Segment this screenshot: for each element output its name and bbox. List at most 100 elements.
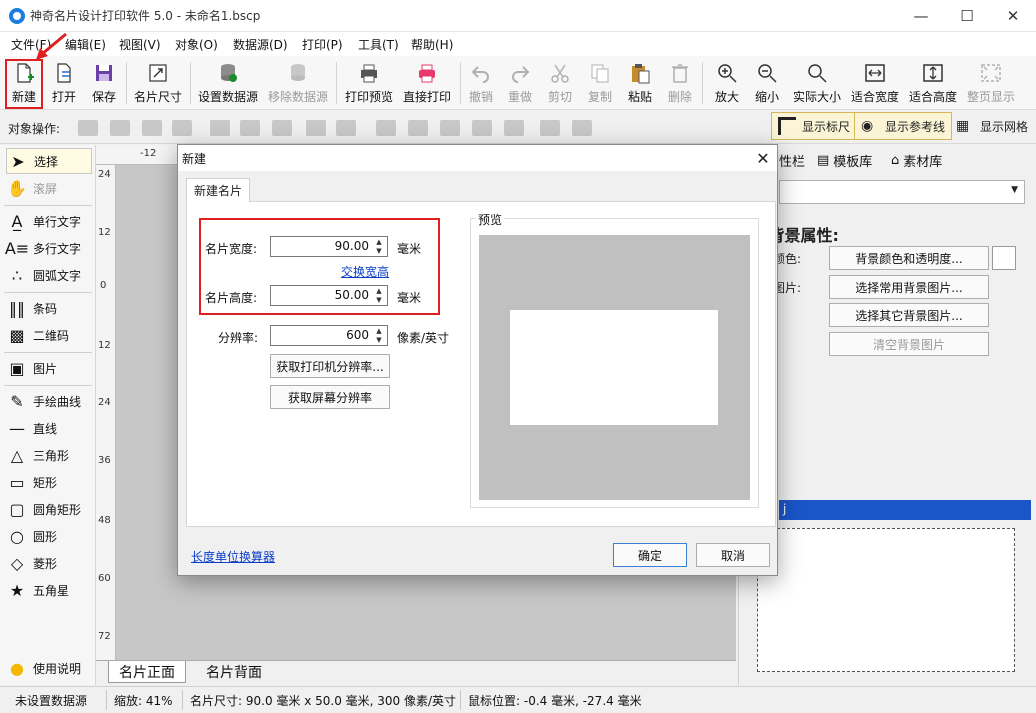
- layer-bottom-icon[interactable]: [172, 120, 192, 136]
- print-preview-icon: [361, 64, 377, 83]
- align-center-icon[interactable]: [240, 120, 260, 136]
- redo-button[interactable]: 重做: [504, 60, 536, 106]
- delete-button[interactable]: 删除: [664, 60, 696, 106]
- minimize-icon[interactable]: —: [898, 0, 944, 32]
- ungroup-icon[interactable]: [572, 120, 592, 136]
- tool-diamond[interactable]: ◇ 菱形: [6, 550, 92, 576]
- distribute-v-icon[interactable]: [472, 120, 492, 136]
- menu-tools[interactable]: 工具(T): [358, 36, 399, 53]
- clear-bg-button[interactable]: 清空背景图片: [829, 332, 989, 356]
- align-left-icon[interactable]: [210, 120, 230, 136]
- tool-freehand[interactable]: ✎ 手绘曲线: [6, 388, 92, 414]
- tool-scroll[interactable]: ✋ 滚屏: [6, 175, 92, 201]
- bg-color-swatch[interactable]: [992, 246, 1016, 270]
- menu-view[interactable]: 视图(V): [119, 36, 161, 53]
- tab-assets[interactable]: ⌂ 素材库: [891, 149, 942, 171]
- align-middle-icon[interactable]: [408, 120, 428, 136]
- remove-datasource-button[interactable]: 移除数据源: [266, 60, 330, 106]
- space-h-icon[interactable]: [336, 120, 356, 136]
- open-button[interactable]: 打开: [46, 60, 82, 106]
- actual-size-button[interactable]: 实际大小: [790, 60, 844, 106]
- paste-button[interactable]: 粘贴: [624, 60, 656, 106]
- dialog-close-icon[interactable]: ✕: [752, 147, 774, 169]
- close-icon[interactable]: ✕: [990, 0, 1036, 32]
- set-datasource-button[interactable]: 设置数据源: [196, 60, 260, 106]
- tool-single-text[interactable]: A̲ 单行文字: [6, 208, 92, 234]
- tool-rounded-rect[interactable]: ▢ 圆角矩形: [6, 496, 92, 522]
- tool-star[interactable]: ★ 五角星: [6, 577, 92, 603]
- tool-barcode[interactable]: ‖‖ 条码: [6, 295, 92, 321]
- align-right-icon[interactable]: [272, 120, 292, 136]
- menu-datasource[interactable]: 数据源(D): [233, 36, 288, 53]
- zoom-out-button[interactable]: 缩小: [750, 60, 784, 106]
- unit-converter-link[interactable]: 长度单位换算器: [191, 548, 275, 565]
- width-spin-buttons[interactable]: ▲ ▼: [372, 238, 386, 255]
- distribute-h-icon[interactable]: [306, 120, 326, 136]
- show-guides-toggle[interactable]: ◉ 显示参考线: [854, 112, 953, 140]
- space-v-icon[interactable]: [504, 120, 524, 136]
- tool-rectangle[interactable]: ▭ 矩形: [6, 469, 92, 495]
- height-spin-buttons[interactable]: ▲ ▼: [372, 287, 386, 304]
- tool-arc-text[interactable]: ∴ 圆弧文字: [6, 262, 92, 288]
- full-page-button[interactable]: 整页显示: [964, 60, 1018, 106]
- tab-card-back[interactable]: 名片背面: [196, 661, 272, 683]
- ok-button[interactable]: 确定: [613, 543, 687, 567]
- show-grid-toggle[interactable]: ▦ 显示网格: [950, 112, 1034, 140]
- card-size-button[interactable]: 名片尺寸: [131, 60, 185, 106]
- layer-top-icon[interactable]: [110, 120, 130, 136]
- tab-card-front[interactable]: 名片正面: [108, 661, 186, 683]
- save-button[interactable]: 保存: [86, 60, 122, 106]
- menu-edit[interactable]: 编辑(E): [65, 36, 106, 53]
- tool-multi-text[interactable]: A≡ 多行文字: [5, 235, 92, 261]
- cut-button[interactable]: 剪切: [544, 60, 576, 106]
- fit-width-button[interactable]: 适合宽度: [848, 60, 902, 106]
- tool-triangle[interactable]: △ 三角形: [6, 442, 92, 468]
- cancel-button[interactable]: 取消: [696, 543, 770, 567]
- get-screen-dpi-button[interactable]: 获取屏幕分辨率: [270, 385, 390, 409]
- tool-line[interactable]: — 直线: [6, 415, 92, 441]
- get-printer-dpi-button[interactable]: 获取打印机分辨率...: [270, 354, 390, 378]
- spin-down-icon: ▼: [376, 296, 382, 304]
- align-bottom-icon[interactable]: [440, 120, 460, 136]
- align-top-icon[interactable]: [376, 120, 396, 136]
- select-common-bg-button[interactable]: 选择常用背景图片...: [829, 275, 989, 299]
- show-ruler-toggle[interactable]: 显示标尺: [771, 112, 858, 140]
- tool-qrcode[interactable]: ▩ 二维码: [6, 322, 92, 348]
- resolution-spin-buttons[interactable]: ▲ ▼: [372, 327, 386, 344]
- zoom-in-button[interactable]: 放大: [710, 60, 744, 106]
- datasource-drop-area: [757, 528, 1015, 672]
- cut-label: 剪切: [547, 90, 572, 104]
- tab-properties[interactable]: 性栏: [779, 149, 805, 171]
- tab-templates[interactable]: ▤ 模板库: [817, 149, 872, 171]
- resolution-input[interactable]: 600 ▲ ▼: [270, 325, 388, 346]
- maximize-icon[interactable]: ☐: [944, 0, 990, 32]
- copy-button[interactable]: 复制: [584, 60, 616, 106]
- menu-object[interactable]: 对象(O): [175, 36, 218, 53]
- menu-help[interactable]: 帮助(H): [411, 36, 453, 53]
- layer-up-icon[interactable]: [78, 120, 98, 136]
- vertical-ruler: 24 12 0 12 24 36 48 60 72: [96, 165, 116, 660]
- zoom-in-label: 放大: [714, 90, 739, 104]
- tool-select[interactable]: ➤ 选择: [6, 148, 92, 174]
- print-preview-button[interactable]: 打印预览: [342, 60, 396, 106]
- tool-circle[interactable]: ○ 圆形: [6, 523, 92, 549]
- layer-down-icon[interactable]: [142, 120, 162, 136]
- status-divider: [182, 690, 183, 710]
- card-size-icon: [149, 64, 167, 82]
- group-icon[interactable]: [540, 120, 560, 136]
- tab-new-card[interactable]: 新建名片: [186, 178, 250, 202]
- card-height-input[interactable]: 50.00 ▲ ▼: [270, 285, 388, 306]
- swap-width-height-link[interactable]: 交换宽高: [341, 263, 389, 280]
- menu-print[interactable]: 打印(P): [302, 36, 343, 53]
- help-guide-button[interactable]: ● 使用说明: [6, 655, 92, 681]
- fit-height-button[interactable]: 适合高度: [906, 60, 960, 106]
- spin-up-icon: ▲: [376, 327, 382, 335]
- copy-label: 复制: [587, 90, 612, 104]
- tool-image[interactable]: ▣ 图片: [6, 355, 92, 381]
- card-width-input[interactable]: 90.00 ▲ ▼: [270, 236, 388, 257]
- select-other-bg-button[interactable]: 选择其它背景图片...: [829, 303, 989, 327]
- bg-color-button[interactable]: 背景颜色和透明度...: [829, 246, 989, 270]
- object-selector[interactable]: ▼: [779, 180, 1025, 204]
- direct-print-button[interactable]: 直接打印: [400, 60, 454, 106]
- undo-button[interactable]: 撤销: [465, 60, 497, 106]
